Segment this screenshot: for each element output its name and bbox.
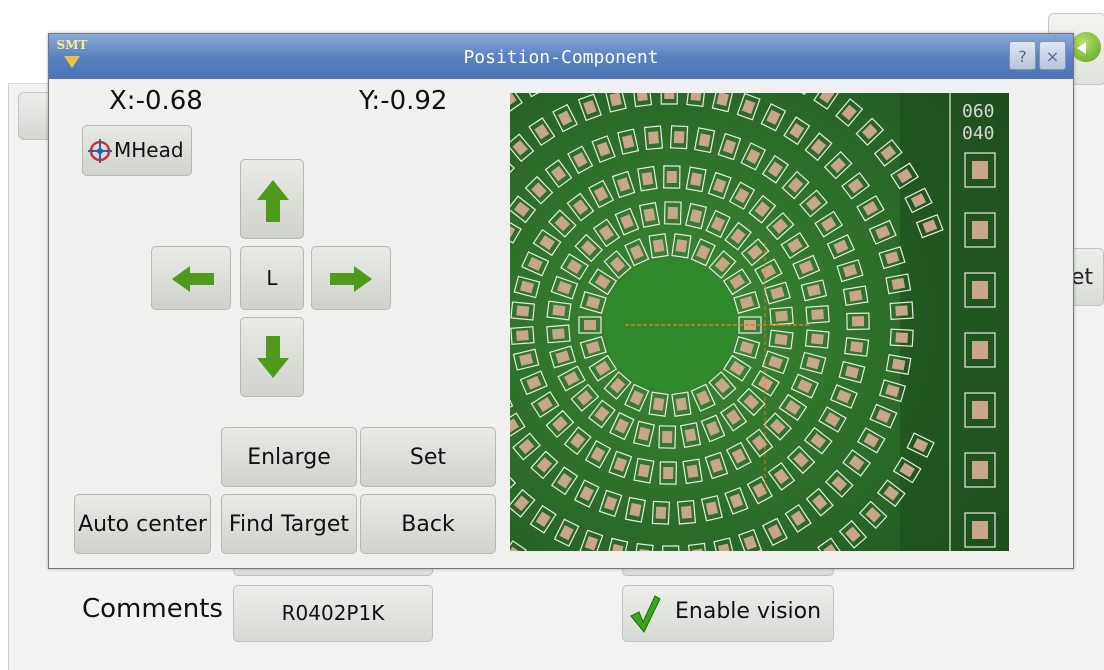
move-down-button[interactable] bbox=[240, 317, 304, 397]
mhead-label: MHead bbox=[114, 138, 184, 162]
arrow-down-icon bbox=[255, 334, 291, 380]
target-icon bbox=[88, 139, 112, 163]
move-right-button[interactable] bbox=[311, 246, 391, 310]
camera-view[interactable]: 060 040 bbox=[510, 93, 1009, 551]
move-up-button[interactable] bbox=[240, 159, 304, 239]
arrow-right-icon bbox=[328, 264, 374, 294]
comments-label: Comments bbox=[82, 594, 223, 624]
arrow-left-icon bbox=[170, 264, 216, 294]
auto-center-button[interactable]: Auto center bbox=[74, 494, 211, 554]
overlay-text-1: 060 bbox=[962, 101, 995, 122]
enable-vision-checkbox[interactable]: Enable vision bbox=[622, 585, 834, 642]
help-button[interactable]: ? bbox=[1009, 41, 1036, 70]
find-target-button[interactable]: Find Target bbox=[221, 494, 357, 554]
close-icon: × bbox=[1046, 47, 1059, 66]
center-l-button[interactable]: L bbox=[240, 246, 304, 310]
position-component-dialog: SMT Position-Component ? × X:-0.68 Y:-0.… bbox=[48, 33, 1074, 569]
move-left-button[interactable] bbox=[151, 246, 231, 310]
arrow-up-icon bbox=[255, 178, 291, 224]
overlay-text-2: 040 bbox=[962, 123, 995, 144]
set-button[interactable]: Set bbox=[360, 427, 496, 487]
close-button[interactable]: × bbox=[1039, 41, 1066, 70]
mhead-button[interactable]: MHead bbox=[82, 125, 192, 176]
title-bar[interactable]: SMT Position-Component ? × bbox=[49, 34, 1073, 79]
y-coordinate: Y:-0.92 bbox=[359, 86, 447, 116]
comments-field[interactable]: R0402P1K bbox=[233, 585, 433, 642]
checkmark-icon bbox=[629, 594, 661, 634]
go-back-icon bbox=[1071, 32, 1101, 62]
pcb-camera-image: 060 040 bbox=[510, 93, 1009, 551]
help-icon: ? bbox=[1018, 47, 1027, 66]
enlarge-button[interactable]: Enlarge bbox=[221, 427, 357, 487]
x-coordinate: X:-0.68 bbox=[109, 86, 203, 116]
dialog-title: Position-Component bbox=[49, 34, 1073, 82]
enable-vision-label: Enable vision bbox=[675, 599, 821, 624]
back-button[interactable]: Back bbox=[360, 494, 496, 554]
